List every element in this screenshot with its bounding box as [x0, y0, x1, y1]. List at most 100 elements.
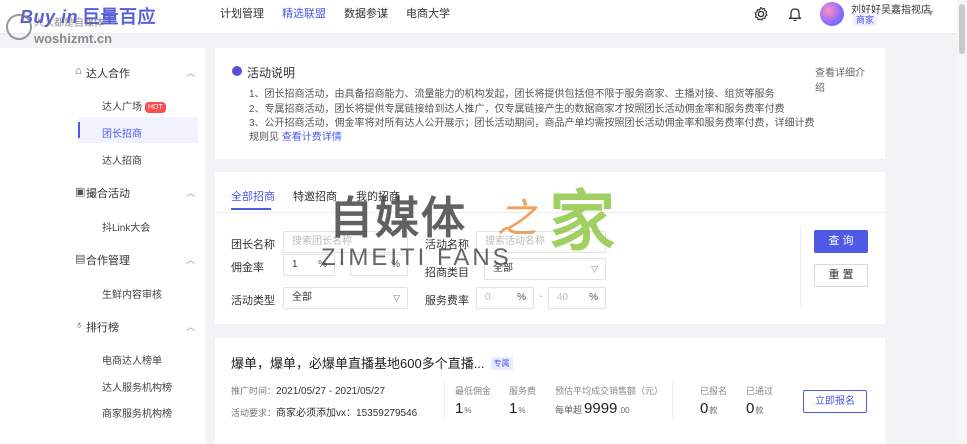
- registered-number: 0: [700, 400, 709, 417]
- sidebar-group-cooperation-management[interactable]: ▤ 合作管理: [75, 252, 130, 268]
- service-fee-number: 1: [509, 400, 518, 417]
- sidebar-item-talent-recruit[interactable]: 达人招商: [102, 152, 142, 167]
- stat-divider: [672, 380, 673, 418]
- activity-title[interactable]: 爆单，爆单，必爆单直播基地600多个直播... 专属: [231, 353, 513, 372]
- scrollbar-thumb[interactable]: [959, 4, 965, 54]
- nav-ecommerce-university[interactable]: 电商大学: [402, 0, 464, 34]
- watermark-line2: woshizmt.cn: [34, 31, 113, 46]
- notice-title: 活动说明: [247, 66, 296, 80]
- watermark-site: 人人都是自媒体 woshizmt.cn: [6, 14, 136, 48]
- sidebar-item-talent-agency-ranking[interactable]: 达人服务机构榜: [102, 379, 172, 394]
- avg-sales-value: 每单超 9999.00: [555, 400, 630, 417]
- service-fee-unit: %: [518, 406, 526, 415]
- sidebar-item-fresh-review[interactable]: 生鲜内容审核: [102, 286, 162, 301]
- main-nav: 计划管理 精选联盟 数据参谋 电商大学: [216, 0, 464, 34]
- commission-min-value: 1: [292, 259, 298, 270]
- apply-now-button[interactable]: 立即报名: [803, 390, 867, 413]
- service-fee-min-input[interactable]: 0 %: [476, 287, 534, 309]
- chevron-up-icon[interactable]: ︿: [186, 66, 195, 79]
- billing-details-link[interactable]: 查看计费详情: [282, 132, 342, 143]
- min-commission-value: 1%: [455, 400, 471, 417]
- approved-number: 0: [746, 400, 755, 417]
- activity-type-value: 全部: [292, 292, 312, 303]
- activity-name-label: 活动名称: [425, 239, 469, 251]
- registered-value: 0款: [700, 400, 717, 417]
- active-tab-indicator: [231, 208, 271, 210]
- search-button[interactable]: 查 询: [814, 230, 868, 253]
- avatar[interactable]: [820, 2, 844, 26]
- main-category-value: 全部: [493, 263, 513, 274]
- button-divider: [800, 226, 801, 306]
- main-category-label: 招商类目: [425, 267, 469, 279]
- tab-invited-recruit[interactable]: 特邀招商: [293, 188, 337, 204]
- activity-title-text: 爆单，爆单，必爆单直播基地600多个直播...: [231, 356, 485, 371]
- chevron-up-icon[interactable]: ︿: [186, 320, 195, 333]
- manage-icon: ▤: [75, 253, 86, 265]
- ranking-icon: ♁: [75, 319, 84, 331]
- main-category-select[interactable]: 全部 ▽: [484, 258, 606, 280]
- hot-badge: HOT: [145, 102, 166, 113]
- activity-name-input[interactable]: 搜索活动名称: [476, 231, 606, 253]
- sidebar-item-merchant-agency-ranking[interactable]: 商家服务机构榜: [102, 405, 172, 420]
- chevron-down-icon: ▽: [393, 293, 400, 303]
- sidebar-active-indicator: [78, 122, 80, 138]
- sidebar-group-ranking[interactable]: ♁ 排行榜: [75, 319, 119, 335]
- sidebar-item-talent-ranking[interactable]: 电商达人榜单: [102, 352, 162, 367]
- promotion-period-value: 2021/05/27 - 2021/05/27: [276, 386, 385, 397]
- range-separator: -: [539, 291, 543, 302]
- bell-icon[interactable]: [787, 6, 803, 22]
- leader-name-input[interactable]: 搜索团长名称: [283, 231, 408, 253]
- service-fee-stat-value: 1%: [509, 400, 525, 417]
- approved-label: 已通过: [746, 386, 774, 396]
- chevron-up-icon[interactable]: ︿: [186, 186, 195, 199]
- registered-label: 已报名: [700, 386, 728, 396]
- sidebar-item-leader-recruit[interactable]: 团长招商: [102, 125, 142, 140]
- tab-my-recruit[interactable]: 我的招商: [356, 188, 400, 204]
- chevron-up-icon[interactable]: ︿: [186, 253, 195, 266]
- sidebar-group-label: 达人合作: [86, 68, 130, 80]
- avg-sales-decimal: .00: [618, 406, 630, 415]
- watermark-logo-icon: [6, 14, 32, 40]
- scrollbar-track[interactable]: [957, 0, 967, 444]
- percent-suffix: %: [589, 292, 598, 303]
- registered-unit: 款: [709, 406, 718, 415]
- service-fee-max-value: 40: [557, 292, 569, 303]
- approved-value: 0款: [746, 400, 763, 417]
- percent-suffix: %: [517, 292, 526, 303]
- chevron-down-icon[interactable]: ▼: [926, 8, 935, 18]
- avg-sales-number: 9999: [584, 400, 618, 417]
- nav-data-analysis[interactable]: 数据参谋: [340, 0, 402, 34]
- sidebar-item-talent-plaza[interactable]: 达人广场 HOT: [102, 98, 166, 113]
- activity-type-select[interactable]: 全部 ▽: [283, 287, 408, 309]
- avg-sales-label: 预估平均成交销售额（元）: [555, 386, 664, 396]
- sidebar-group-match-activity[interactable]: ▣ 撮合活动: [75, 185, 130, 201]
- watermark-line1: 人人都是自媒体: [34, 18, 104, 29]
- notice-line-1: 1、团长招商活动，由具备招商能力、流量能力的机构发起，团长将提供包括但不限于服务…: [249, 89, 775, 100]
- notice-line-4: 规则见 查看计费详情: [249, 128, 342, 143]
- gear-icon[interactable]: [753, 6, 769, 22]
- min-commission-unit: %: [464, 406, 472, 415]
- view-detail-link[interactable]: 查看详细介绍: [815, 66, 873, 96]
- nav-alliance[interactable]: 精选联盟: [278, 0, 340, 34]
- service-fee-max-input[interactable]: 40 %: [548, 287, 606, 309]
- min-commission-number: 1: [455, 400, 464, 417]
- commission-max-input[interactable]: %: [350, 254, 408, 276]
- tab-divider: [215, 212, 885, 213]
- tab-all-recruit[interactable]: 全部招商: [231, 188, 275, 204]
- promotion-period-label: 推广时间：: [231, 386, 277, 396]
- stat-divider: [444, 380, 445, 418]
- activity-icon: ▣: [75, 186, 86, 198]
- min-commission-label: 最低佣金: [455, 386, 492, 396]
- percent-suffix: %: [318, 259, 327, 270]
- sidebar-item-link-conference[interactable]: 抖Link大会: [102, 219, 150, 234]
- chevron-down-icon: ▽: [591, 264, 598, 274]
- leader-name-label: 团长名称: [231, 239, 275, 251]
- activity-requirement: 活动要求：商家必须添加vx：15359279546: [231, 404, 417, 419]
- avg-sales-prefix: 每单超: [555, 405, 583, 415]
- sidebar-group-talent-cooperation[interactable]: ⌂ 达人合作: [75, 65, 130, 81]
- nav-plan-management[interactable]: 计划管理: [216, 0, 278, 34]
- percent-suffix: %: [391, 259, 400, 270]
- reset-button[interactable]: 重 置: [814, 264, 868, 287]
- promotion-period: 推广时间：2021/05/27 - 2021/05/27: [231, 384, 385, 397]
- commission-min-input[interactable]: 1 %: [283, 254, 335, 276]
